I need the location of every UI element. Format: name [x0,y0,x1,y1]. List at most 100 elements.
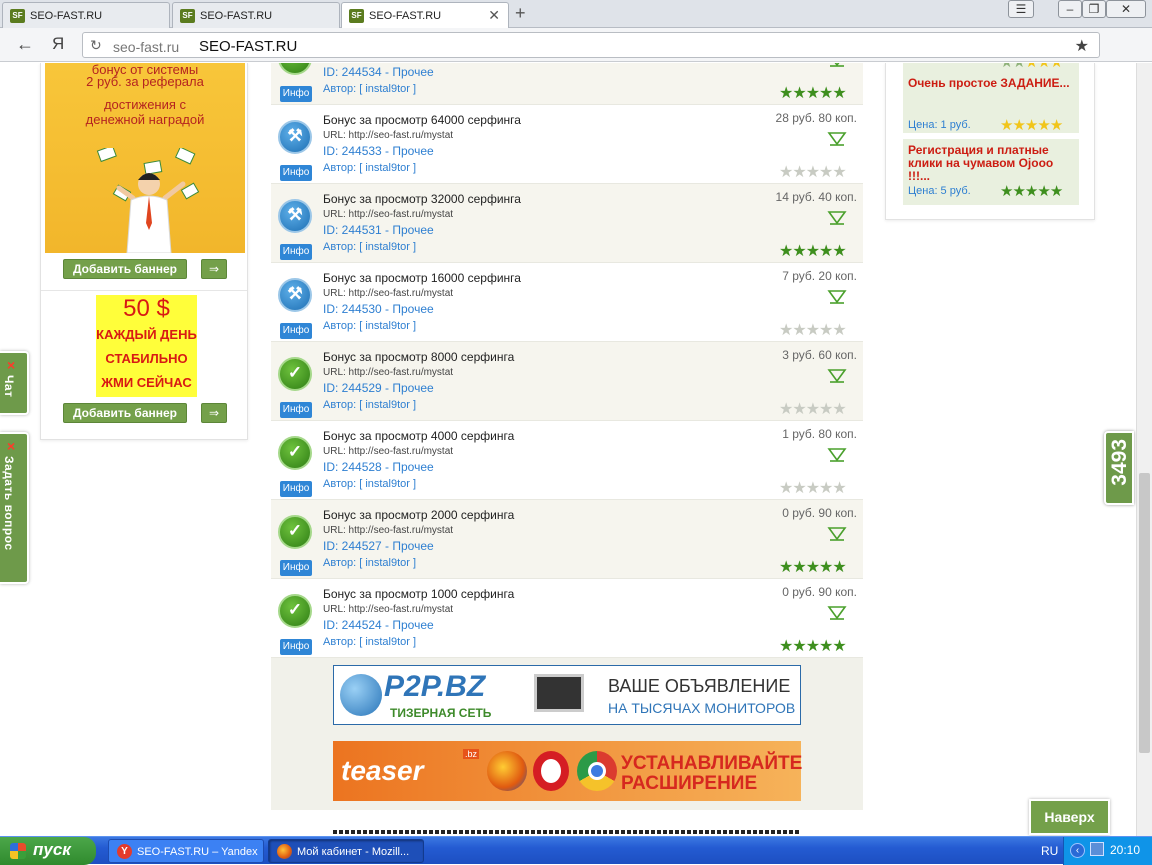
task-title-link[interactable]: Очень простое ЗАДАНИЕ... [908,77,1078,90]
ad-subtitle: ТИЗЕРНАЯ СЕТЬ [390,706,492,720]
task-id-link[interactable]: ID: 244524 - Прочее [323,618,434,632]
task-title[interactable]: Бонус за просмотр 32000 серфинга [323,192,521,206]
taskbar-window-active[interactable]: Мой кабинет - Mozill... [268,839,424,863]
teaser-ad-banner[interactable]: teaser .bz УСТАНАВЛИВАЙТЕ РАСШИРЕНИЕ [333,741,802,801]
info-button[interactable]: Инфо [280,639,312,655]
task-title[interactable]: Бонус за просмотр 1000 серфинга [323,587,514,601]
vertical-scrollbar[interactable] [1136,63,1152,836]
scrollbar-thumb[interactable] [1139,473,1150,753]
start-button[interactable]: пуск [0,837,96,865]
task-id-link[interactable]: ID: 244529 - Прочее [323,381,434,395]
restore-icon[interactable]: ❐ [1082,0,1106,18]
ask-question-side-tab[interactable]: × Задать вопрос [0,432,29,584]
reload-icon[interactable]: ↻ [90,37,102,54]
rating-stars: ★★★★★ [779,162,847,182]
browser-tab-active[interactable]: SF SEO-FAST.RU ✕ [341,2,509,29]
expand-triangle-icon[interactable] [827,448,847,462]
businessman-illustration-icon [96,148,200,253]
browser-tab[interactable]: SF SEO-FAST.RU [2,2,170,28]
p2p-ad-banner[interactable]: P2P.BZ ТИЗЕРНАЯ СЕТЬ ВАШЕ ОБЪЯВЛЕНИЕ НА … [333,665,801,725]
promo-banner[interactable]: 50 $ КАЖДЫЙ ДЕНЬ СТАБИЛЬНО ЖМИ СЕЙЧАС [96,295,197,397]
network-icon[interactable] [1090,842,1104,856]
close-icon[interactable]: × [7,438,15,454]
task-id-link[interactable]: ID: 244527 - Прочее [323,539,434,553]
language-indicator[interactable]: RU [1041,844,1058,858]
star-icon: ★ [805,559,820,576]
task-author-link[interactable]: Автор: [ instal9tor ] [323,557,416,569]
close-window-icon[interactable]: ✕ [1106,0,1146,18]
back-arrow-icon[interactable]: ← [16,34,34,55]
task-author-link[interactable]: Автор: [ instal9tor ] [323,478,416,490]
expand-triangle-icon[interactable] [827,527,847,541]
task-id-link[interactable]: ID: 244531 - Прочее [323,223,434,237]
browser-tab[interactable]: SF SEO-FAST.RU [172,2,340,28]
banner-edge [333,830,801,834]
task-row[interactable]: ✓ Бонус за просмотр 1000 серфинга URL: htt… [271,579,863,658]
info-button[interactable]: Инфо [280,560,312,576]
minimize-icon[interactable]: – [1058,0,1082,18]
task-id-link[interactable]: ID: 244528 - Прочее [323,460,434,474]
referral-banner[interactable]: бонус от системы 2 руб. за реферала дост… [45,63,245,253]
task-author-link[interactable]: Автор: [ instal9tor ] [323,241,416,253]
task-author-link[interactable]: Автор: [ instal9tor ] [323,399,416,411]
info-button[interactable]: Инфо [280,402,312,418]
expand-triangle-icon[interactable] [827,63,847,67]
task-id-link[interactable]: ID: 244534 - Прочее [323,65,434,79]
add-banner-button[interactable]: Добавить баннер [63,259,187,279]
close-icon[interactable]: × [7,357,15,373]
info-button[interactable]: Инфо [280,481,312,497]
task-row[interactable]: ✓ Бонус за просмотр 8000 серфинга URL: htt… [271,342,863,421]
task-title[interactable]: Бонус за просмотр 8000 серфинга [323,350,514,364]
task-row[interactable]: ⚒ Бонус за просмотр 16000 серфинга URL: ht… [271,263,863,342]
expand-triangle-icon[interactable] [827,211,847,225]
next-arrow-button[interactable]: ⇒ [201,259,227,279]
task-title-link[interactable]: Регистрация и платные клики на чумавом O… [908,144,1078,183]
chat-side-tab[interactable]: × Чат [0,351,29,415]
info-button[interactable]: Инфо [280,244,312,260]
featured-task[interactable]: Регистрация и платные клики на чумавом O… [903,139,1079,205]
taskbar-window[interactable]: Y SEO-FAST.RU – Yandex [108,839,264,863]
task-author-link[interactable]: Автор: [ instal9tor ] [323,162,416,174]
new-tab-button[interactable]: + [515,3,526,24]
task-row[interactable]: ✓ ID: 244534 - Прочее Инфо Автор: [ inst… [271,63,863,105]
task-row[interactable]: ⚒ Бонус за просмотр 32000 серфинга URL: ht… [271,184,863,263]
yandex-logo-icon[interactable]: Я [52,34,64,54]
tray-expand-icon[interactable]: ‹ [1070,843,1085,858]
task-row[interactable]: ⚒ Бонус за просмотр 64000 серфинга URL: ht… [271,105,863,184]
info-button[interactable]: Инфо [280,323,312,339]
star-icon: ★ [832,401,846,418]
expand-triangle-icon[interactable] [827,290,847,304]
next-arrow-button[interactable]: ⇒ [201,403,227,423]
bookmark-star-icon[interactable]: ★ [1075,36,1089,56]
add-banner-button[interactable]: Добавить баннер [63,403,187,423]
worker-icon: ⚒ [278,199,312,233]
task-title[interactable]: Бонус за просмотр 4000 серфинга [323,429,514,443]
task-author-link[interactable]: Автор: [ instal9tor ] [323,320,416,332]
task-id-link[interactable]: ID: 244530 - Прочее [323,302,434,316]
task-row[interactable]: ✓ Бонус за просмотр 4000 серфинга URL: htt… [271,421,863,500]
star-icon: ★ [779,638,793,655]
task-row[interactable]: ✓ Бонус за просмотр 2000 серфинга URL: htt… [271,500,863,579]
task-title[interactable]: Бонус за просмотр 64000 серфинга [323,113,521,127]
menu-icon[interactable]: ☰ [1008,0,1034,18]
task-author-link[interactable]: Автор: [ instal9tor ] [323,636,416,648]
task-title[interactable]: Бонус за просмотр 16000 серфинга [323,271,521,285]
expand-triangle-icon[interactable] [827,369,847,383]
task-author-link[interactable]: Автор: [ instal9tor ] [323,83,416,95]
close-tab-icon[interactable]: ✕ [488,7,500,24]
banner-text: ЖМИ СЕЙЧАС [101,375,192,390]
expand-triangle-icon[interactable] [827,132,847,146]
online-counter[interactable]: 3493 [1104,431,1134,505]
rating-stars: ★★★★★ [1000,182,1063,200]
star-icon: ★ [792,401,806,418]
featured-task[interactable]: ★★★★★ Очень простое ЗАДАНИЕ... Цена: 1 р… [903,63,1079,134]
scroll-to-top-button[interactable]: Наверх [1029,799,1110,835]
star-icon: ★ [779,322,793,339]
address-field[interactable]: ↻ seo-fast.ru SEO-FAST.RU ★ [82,32,1100,58]
expand-triangle-icon[interactable] [827,606,847,620]
info-button[interactable]: Инфо [280,86,312,102]
task-title[interactable]: Бонус за просмотр 2000 серфинга [323,508,514,522]
star-icon: ★ [792,164,806,181]
info-button[interactable]: Инфо [280,165,312,181]
task-id-link[interactable]: ID: 244533 - Прочее [323,144,434,158]
